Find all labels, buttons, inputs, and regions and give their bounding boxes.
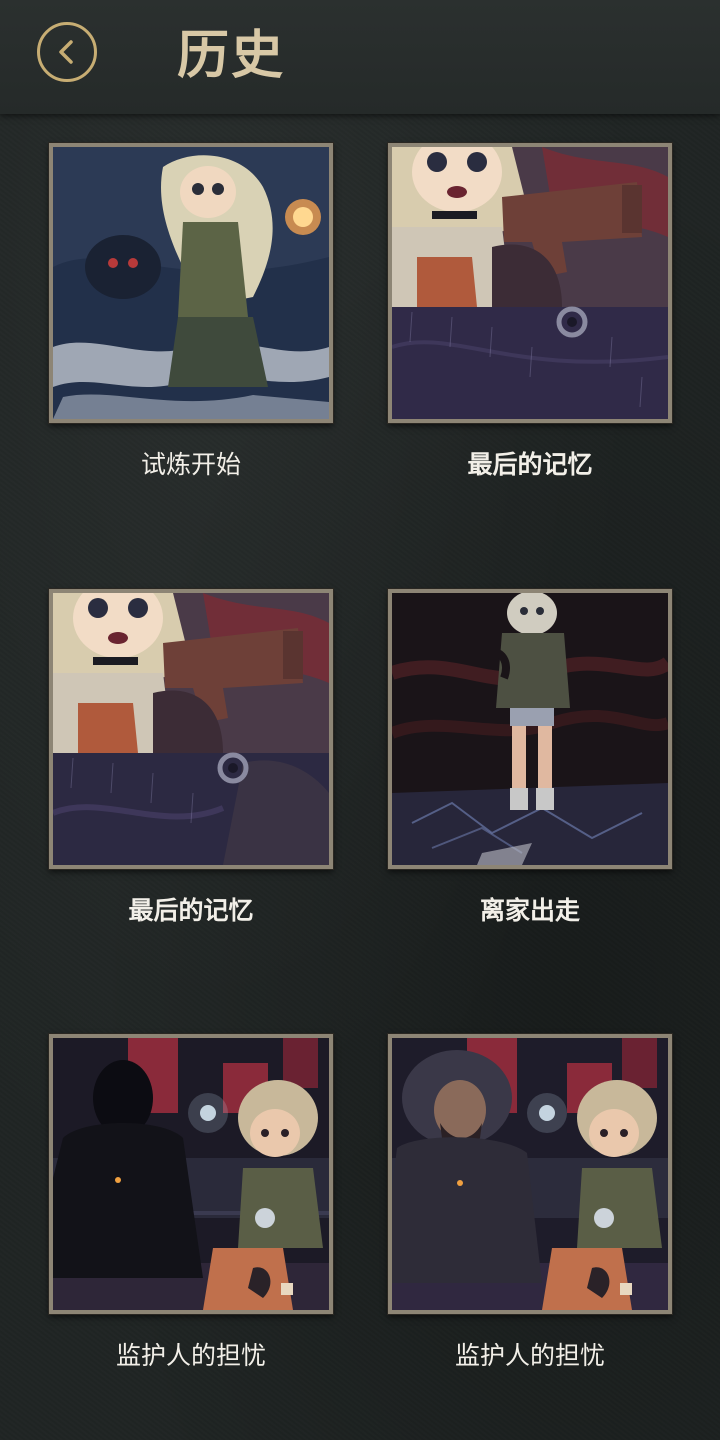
page-title: 历史 bbox=[177, 25, 286, 86]
history-card-label: 监护人的担忧 bbox=[115, 1341, 266, 1370]
history-thumbnail[interactable] bbox=[49, 143, 333, 423]
back-button[interactable] bbox=[37, 22, 97, 82]
history-card-label: 最后的记忆 bbox=[467, 450, 593, 479]
scene-image bbox=[53, 593, 329, 865]
history-card-label: 试炼开始 bbox=[140, 450, 241, 479]
scene-image bbox=[53, 147, 329, 419]
history-card[interactable]: 监护人的担忧 bbox=[388, 1034, 672, 1372]
history-thumbnail[interactable] bbox=[388, 589, 672, 869]
scene-image bbox=[392, 147, 668, 419]
history-card-label: 离家出走 bbox=[479, 896, 580, 925]
history-screen: 历史 试炼开始 最后的记忆 最后的记忆 离家出走 监护人的担忧 监护人的担忧 bbox=[0, 0, 720, 1440]
history-card-label: 最后的记忆 bbox=[128, 896, 254, 925]
chevron-left-icon bbox=[59, 40, 73, 64]
history-card[interactable]: 监护人的担忧 bbox=[49, 1034, 333, 1372]
history-thumbnail[interactable] bbox=[388, 1034, 672, 1314]
history-thumbnail[interactable] bbox=[388, 143, 672, 423]
history-card[interactable]: 试炼开始 bbox=[49, 143, 333, 481]
history-thumbnail[interactable] bbox=[49, 1034, 333, 1314]
history-thumbnail[interactable] bbox=[49, 589, 333, 869]
top-bar: 历史 bbox=[0, 0, 720, 114]
history-card[interactable]: 离家出走 bbox=[388, 589, 672, 927]
scene-image bbox=[53, 1038, 329, 1310]
history-card-label: 监护人的担忧 bbox=[454, 1341, 605, 1370]
history-card[interactable]: 最后的记忆 bbox=[49, 589, 333, 927]
scene-image bbox=[392, 1038, 668, 1310]
history-card[interactable]: 最后的记忆 bbox=[388, 143, 672, 481]
scene-image bbox=[392, 593, 668, 865]
